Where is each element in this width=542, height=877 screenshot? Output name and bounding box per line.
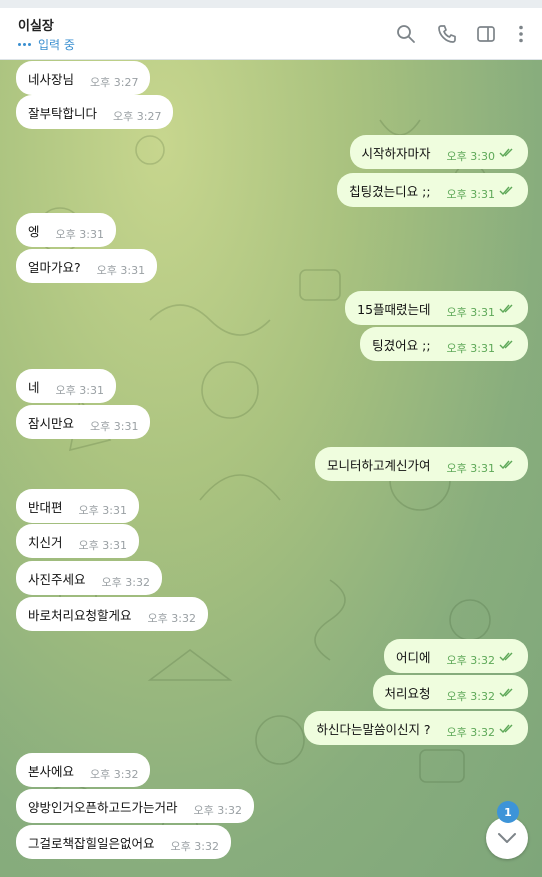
outgoing-message[interactable]: 15플때렸는데 오후 3:31 [345,291,528,325]
message-text: 바로처리요청할게요 [28,607,132,623]
chat-title[interactable]: 이실장 [18,15,54,34]
typing-dots-icon [18,43,31,46]
message-time: 오후 3:27 [113,110,162,123]
message-text: 얼마가요? [28,259,81,275]
outgoing-message[interactable]: 모니터하고계신가여 오후 3:31 [315,447,528,481]
typing-status-label: 입력 중 [38,38,75,52]
incoming-message[interactable]: 엥 오후 3:31 [16,213,116,247]
message-time: 오후 3:31 [90,420,139,433]
outgoing-message[interactable]: 칩팅겼는디요 ;; 오후 3:31 [337,173,528,207]
read-check-icon [499,688,516,697]
unread-badge: 1 [497,801,519,823]
incoming-message[interactable]: 본사에요 오후 3:32 [16,753,151,787]
phone-icon[interactable] [436,23,458,45]
chevron-down-icon [498,833,516,843]
incoming-message[interactable]: 반대편 오후 3:31 [16,489,139,523]
scroll-down-button[interactable] [486,817,528,859]
message-time: 오후 3:31 [78,539,127,552]
incoming-message[interactable]: 바로처리요청할게요 오후 3:32 [16,597,208,631]
read-check-icon [499,304,516,313]
incoming-message[interactable]: 잘부탁합니다 오후 3:27 [16,95,174,129]
message-time: 오후 3:32 [193,804,242,817]
message-text: 본사에요 [28,763,75,779]
incoming-message[interactable]: 양방인거오픈하고드가는거라 오후 3:32 [16,789,254,823]
more-vertical-icon[interactable] [510,23,532,45]
message-text: 시작하자마자 [361,145,431,161]
message-text: 어디에 [396,649,431,665]
incoming-message[interactable]: 그걸로책잡힐일은없어요 오후 3:32 [16,825,231,859]
message-text: 잘부탁합니다 [28,105,98,121]
message-time: 오후 3:32 [446,690,495,703]
message-text: 모니터하고계신가여 [327,457,431,473]
message-text: 칩팅겼는디요 ;; [349,183,431,199]
message-text: 팅겼어요 ;; [372,337,431,353]
incoming-message[interactable]: 사진주세요 오후 3:32 [16,561,162,595]
message-text: 하신다는말씀이신지 ? [316,721,431,737]
message-text: 사진주세요 [28,571,86,587]
incoming-message[interactable]: 얼마가요? 오후 3:31 [16,249,158,283]
message-text: 15플때렸는데 [357,301,431,317]
message-time: 오후 3:31 [78,504,127,517]
message-text: 양방인거오픈하고드가는거라 [28,799,178,815]
outgoing-message[interactable]: 하신다는말씀이신지 ? 오후 3:32 [304,711,528,745]
message-time: 오후 3:31 [446,188,495,201]
message-time: 오후 3:31 [446,342,495,355]
message-text: 치신거 [28,534,63,550]
message-text: 처리요청 [384,685,431,701]
search-icon[interactable] [395,23,417,45]
message-time: 오후 3:32 [101,576,150,589]
message-time: 오후 3:32 [446,726,495,739]
message-text: 네 [28,379,40,395]
outgoing-message[interactable]: 처리요청 오후 3:32 [372,675,528,709]
message-time: 오후 3:31 [55,228,104,241]
message-time: 오후 3:31 [446,462,495,475]
incoming-message[interactable]: 치신거 오후 3:31 [16,524,139,558]
message-time: 오후 3:31 [446,306,495,319]
read-check-icon [499,148,516,157]
incoming-message[interactable]: 네사장님 오후 3:27 [16,61,151,95]
read-check-icon [499,186,516,195]
message-text: 엥 [28,223,40,239]
chat-header: 이실장 입력 중 [0,8,542,60]
read-check-icon [499,340,516,349]
message-text: 반대편 [28,499,63,515]
message-time: 오후 3:30 [446,150,495,163]
incoming-message[interactable]: 잠시만요 오후 3:31 [16,405,151,439]
outgoing-message[interactable]: 시작하자마자 오후 3:30 [349,135,528,169]
outgoing-message[interactable]: 어디에 오후 3:32 [384,639,528,673]
read-check-icon [499,652,516,661]
read-check-icon [499,724,516,733]
message-text: 네사장님 [28,71,75,87]
top-strip [0,0,542,8]
message-time: 오후 3:31 [55,384,104,397]
message-time: 오후 3:32 [170,840,219,853]
sidebar-panel-icon[interactable] [475,23,497,45]
message-text: 그걸로책잡힐일은없어요 [28,835,155,851]
message-text: 잠시만요 [28,415,75,431]
message-time: 오후 3:27 [90,76,139,89]
message-time: 오후 3:31 [96,264,146,277]
message-time: 오후 3:32 [90,768,139,781]
incoming-message[interactable]: 네 오후 3:31 [16,369,116,403]
read-check-icon [499,460,516,469]
outgoing-message[interactable]: 팅겼어요 ;; 오후 3:31 [360,327,528,361]
typing-status: 입력 중 [18,36,75,53]
message-time: 오후 3:32 [147,612,196,625]
message-time: 오후 3:32 [446,654,495,667]
